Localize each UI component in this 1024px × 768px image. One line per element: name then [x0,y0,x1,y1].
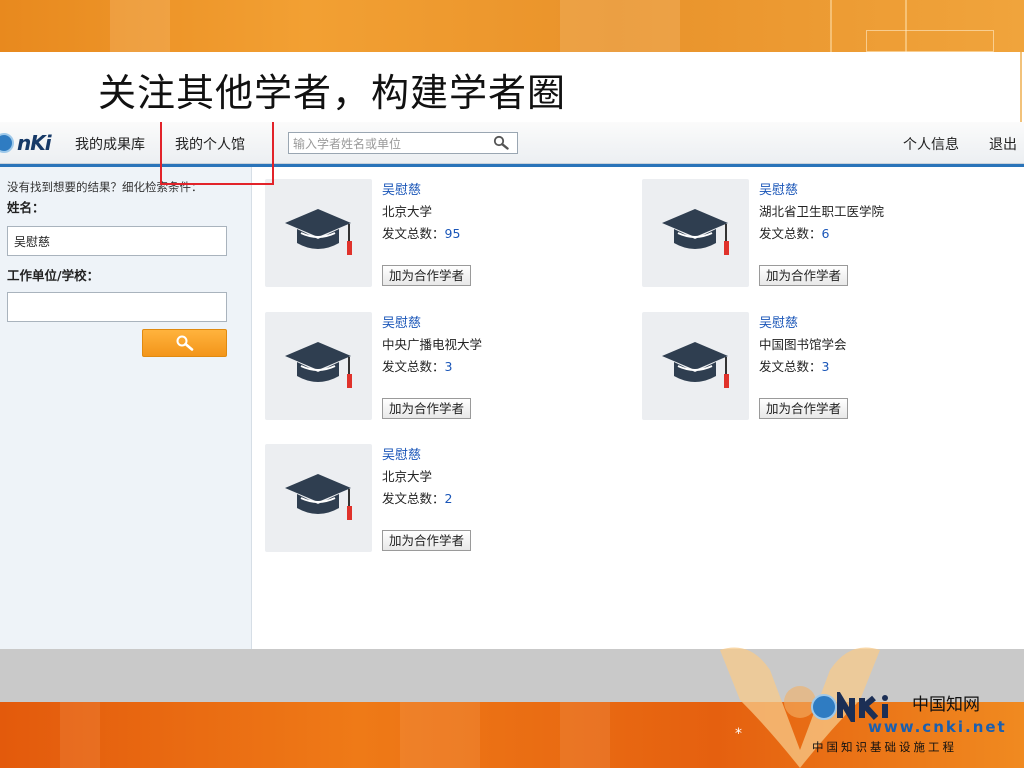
scholar-card: 吴慰慈 中国图书馆学会 发文总数：3 加为合作学者 [642,312,982,422]
scholar-paper-count: 发文总数：3 [759,356,829,375]
band-decor [560,702,610,768]
scholar-avatar [265,312,372,420]
add-collaborator-button[interactable]: 加为合作学者 [382,265,472,286]
top-decor-band [0,0,1024,52]
cnki-logo[interactable]: nKi [0,131,52,155]
browser-screenshot: nKi 我的成果库 我的个人馆 个人信息 退出 没有找到想要的结果？细化检索条件… [0,122,1024,649]
title-divider [1020,52,1022,122]
graduation-cap-icon [285,474,352,520]
scholar-name-link[interactable]: 吴慰慈 [382,179,421,198]
count-value[interactable]: 3 [445,359,453,374]
graduation-cap-icon [662,342,729,388]
slide-title: 关注其他学者，构建学者圈 [98,71,567,115]
scholar-paper-count: 发文总数：6 [759,223,829,242]
add-collaborator-button[interactable]: 加为合作学者 [382,530,472,551]
scholar-name-link[interactable]: 吴慰慈 [382,444,421,463]
count-value[interactable]: 6 [822,226,830,241]
scholar-card: 吴慰慈 北京大学 发文总数：95 加为合作学者 [265,179,605,289]
scholar-org: 湖北省卫生职工医学院 [759,204,885,219]
scholar-search-input[interactable] [289,134,485,154]
scholar-org: 北京大学 [382,469,433,484]
name-label: 姓名： [7,200,45,215]
logo-text: nKi [17,131,52,155]
graduation-cap-icon [285,342,352,388]
scholar-org: 中国图书馆学会 [759,337,847,352]
count-label: 发文总数： [382,359,445,374]
band-decor [560,0,680,52]
search-icon[interactable] [493,135,509,151]
scholar-name-link[interactable]: 吴慰慈 [382,312,421,331]
graduation-cap-icon [285,209,352,255]
scholar-avatar [265,179,372,287]
add-collaborator-button[interactable]: 加为合作学者 [759,265,849,286]
scholar-avatar [642,312,749,420]
band-decor [400,702,480,768]
add-collaborator-button[interactable]: 加为合作学者 [759,398,849,419]
band-decor [830,0,832,52]
top-nav: nKi 我的成果库 我的个人馆 个人信息 退出 [0,122,1024,164]
footer-logo-subtitle: 中国知识基础设施工程 [812,740,957,754]
scholar-org: 北京大学 [382,204,433,219]
scholar-name-link[interactable]: 吴慰慈 [759,312,798,331]
count-label: 发文总数： [759,226,822,241]
globe-icon [0,133,14,153]
highlight-box [160,122,274,185]
scholar-paper-count: 发文总数：3 [382,356,452,375]
scholar-card: 吴慰慈 湖北省卫生职工医学院 发文总数：6 加为合作学者 [642,179,982,289]
nav-profile[interactable]: 个人信息 [903,134,959,154]
band-decor [60,702,100,768]
band-decor [110,0,170,52]
scholar-name-link[interactable]: 吴慰慈 [759,179,798,198]
footer-cnki-logo: 中国知网 www.cnki.net 中国知识基础设施工程 [810,690,1024,760]
refine-sidebar: 没有找到想要的结果？细化检索条件： 姓名： 工作单位/学校： [0,167,252,649]
count-label: 发文总数： [759,359,822,374]
count-value[interactable]: 2 [445,491,453,506]
org-label: 工作单位/学校： [7,268,100,283]
count-label: 发文总数： [382,491,445,506]
slide-number: * [735,726,742,742]
scholar-card: 吴慰慈 北京大学 发文总数：2 加为合作学者 [265,444,605,554]
band-decor [866,30,994,52]
org-field[interactable] [7,292,227,322]
graduation-cap-icon [662,209,729,255]
nav-logout[interactable]: 退出 [989,134,1017,154]
footer-logo-cn: 中国知网 [912,695,980,715]
count-label: 发文总数： [382,226,445,241]
scholar-paper-count: 发文总数：2 [382,488,452,507]
scholar-search-box[interactable] [288,132,518,154]
nav-my-results[interactable]: 我的成果库 [75,134,145,154]
refine-search-button[interactable] [142,329,227,357]
count-value[interactable]: 95 [445,226,461,241]
footer-logo-url: www.cnki.net [868,718,1007,736]
add-collaborator-button[interactable]: 加为合作学者 [382,398,472,419]
scholar-org: 中央广播电视大学 [382,337,483,352]
name-field[interactable] [7,226,227,256]
count-value[interactable]: 3 [822,359,830,374]
scholar-paper-count: 发文总数：95 [382,223,460,242]
scholar-avatar [642,179,749,287]
search-icon [176,335,193,351]
scholar-avatar [265,444,372,552]
scholar-card: 吴慰慈 中央广播电视大学 发文总数：3 加为合作学者 [265,312,605,422]
